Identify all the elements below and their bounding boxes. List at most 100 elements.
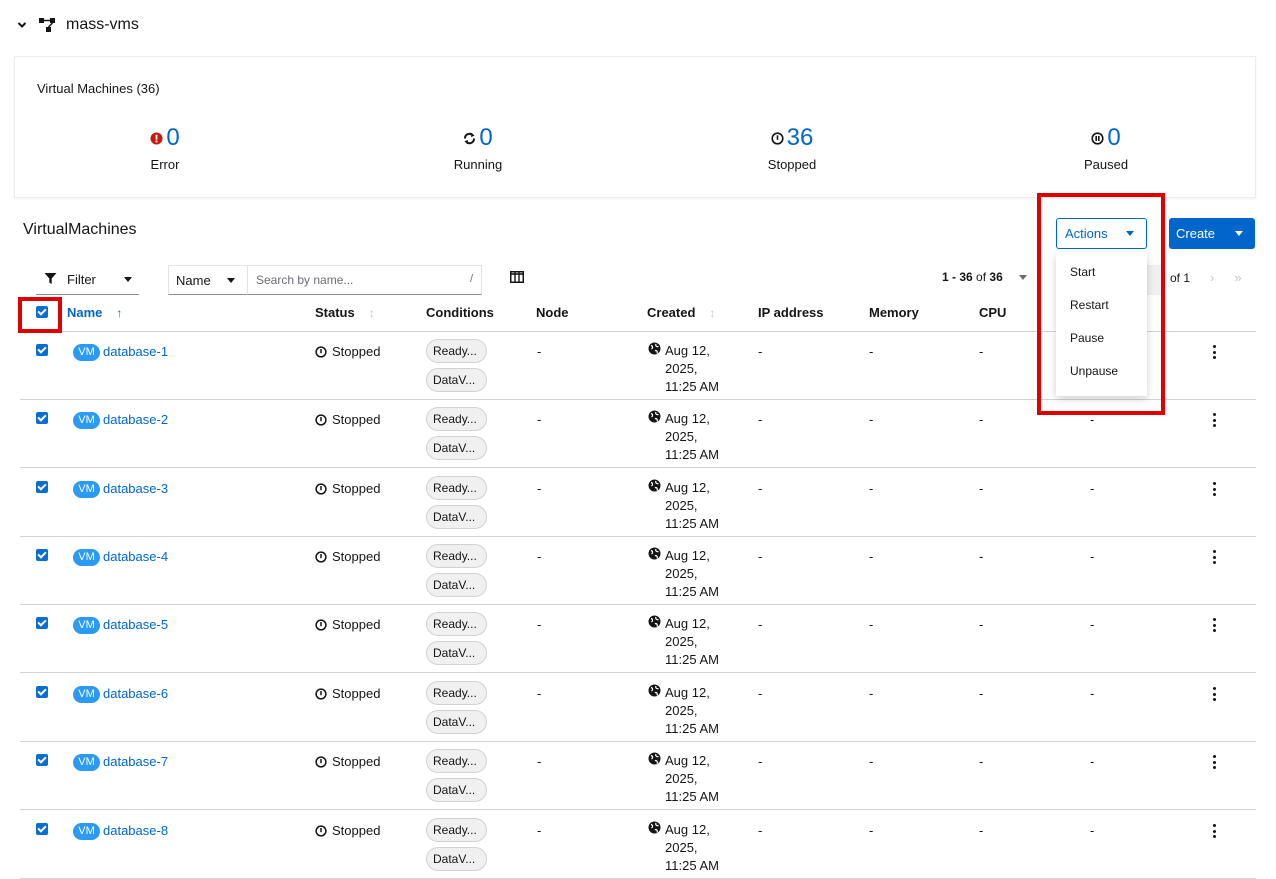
- off-icon: [315, 755, 327, 768]
- condition-chip[interactable]: Ready...: [426, 612, 487, 636]
- condition-chip[interactable]: Ready...: [426, 339, 487, 363]
- condition-chip[interactable]: Ready...: [426, 407, 487, 431]
- vm-name-link[interactable]: database-2: [103, 412, 168, 427]
- column-header-created[interactable]: Created ↕: [647, 305, 715, 320]
- row-checkbox[interactable]: [36, 617, 48, 629]
- vm-name-link[interactable]: database-8: [103, 823, 168, 838]
- condition-chip[interactable]: Ready...: [426, 681, 487, 705]
- kebab-menu-icon[interactable]: [1208, 823, 1220, 839]
- stat-error-value[interactable]: 0: [166, 124, 179, 152]
- next-page-icon[interactable]: ›: [1210, 270, 1214, 285]
- menu-item-restart[interactable]: Restart: [1056, 293, 1147, 326]
- search-input[interactable]: [256, 273, 456, 287]
- condition-chip[interactable]: DataV...: [426, 436, 487, 460]
- stat-paused-value[interactable]: 0: [1107, 124, 1120, 152]
- stat-stopped-value[interactable]: 36: [787, 124, 814, 152]
- condition-chip[interactable]: DataV...: [426, 368, 487, 392]
- sort-ascending-icon[interactable]: ↑: [116, 306, 122, 320]
- vm-status: Stopped: [315, 754, 380, 769]
- table-row: VM database-5 Stopped Ready... DataV... …: [20, 605, 1256, 673]
- stat-paused[interactable]: 0 Paused: [1006, 123, 1206, 172]
- kebab-menu-icon[interactable]: [1208, 686, 1220, 702]
- stat-paused-label: Paused: [1083, 157, 1129, 172]
- caret-down-icon: [1126, 231, 1134, 236]
- pagination-nav: of 1 › »: [1170, 270, 1242, 285]
- table-row: VM database-3 Stopped Ready... DataV... …: [20, 469, 1256, 537]
- node-value: -: [537, 686, 542, 701]
- column-header-name[interactable]: Name ↑: [67, 305, 122, 320]
- table-row: VM database-2 Stopped Ready... DataV... …: [20, 400, 1256, 468]
- stat-stopped[interactable]: 36 Stopped: [692, 123, 892, 172]
- select-all-checkbox[interactable]: [36, 306, 48, 318]
- created-value: Aug 12, 2025, 11:25 AM: [648, 342, 745, 396]
- condition-chip[interactable]: Ready...: [426, 749, 487, 773]
- row-checkbox[interactable]: [36, 481, 48, 493]
- kebab-menu-icon[interactable]: [1208, 344, 1220, 360]
- node-value: -: [537, 481, 542, 496]
- kebab-menu-icon[interactable]: [1208, 617, 1220, 633]
- page-number-input[interactable]: [1147, 265, 1165, 295]
- condition-chip[interactable]: DataV...: [426, 505, 487, 529]
- vm-badge: VM: [73, 686, 100, 703]
- manage-columns-icon[interactable]: [510, 271, 526, 285]
- cpu-value: -: [979, 481, 984, 496]
- extra-value: -: [1090, 549, 1095, 564]
- condition-chip[interactable]: DataV...: [426, 641, 487, 665]
- page-count: of 1: [1170, 270, 1191, 285]
- menu-item-start[interactable]: Start: [1056, 260, 1147, 293]
- condition-chip[interactable]: DataV...: [426, 573, 487, 597]
- kebab-menu-icon[interactable]: [1208, 549, 1220, 565]
- stat-running-value[interactable]: 0: [479, 124, 492, 152]
- namespace-header[interactable]: mass-vms: [16, 14, 139, 36]
- memory-value: -: [869, 344, 874, 359]
- row-checkbox[interactable]: [36, 823, 48, 835]
- off-icon: [315, 618, 327, 631]
- condition-chip[interactable]: Ready...: [426, 544, 487, 568]
- vm-name-link[interactable]: database-4: [103, 549, 168, 564]
- caret-down-icon: [1235, 231, 1243, 236]
- sync-icon: [463, 132, 476, 145]
- column-header-status[interactable]: Status ↕: [315, 305, 375, 320]
- kebab-menu-icon[interactable]: [1208, 412, 1220, 428]
- topology-icon: [38, 16, 56, 34]
- vm-name-link[interactable]: database-6: [103, 686, 168, 701]
- vm-summary-card: Virtual Machines (36) 0 Error 0 Running …: [14, 56, 1256, 198]
- condition-chip[interactable]: DataV...: [426, 847, 487, 871]
- vm-name-link[interactable]: database-7: [103, 754, 168, 769]
- condition-chip[interactable]: DataV...: [426, 778, 487, 802]
- sort-icon[interactable]: ↕: [369, 306, 375, 320]
- stat-error[interactable]: 0 Error: [65, 123, 265, 172]
- condition-chip[interactable]: Ready...: [426, 476, 487, 500]
- stat-running-label: Running: [453, 157, 503, 172]
- kebab-menu-icon[interactable]: [1208, 481, 1220, 497]
- vm-name-link[interactable]: database-1: [103, 344, 168, 359]
- vm-name-link[interactable]: database-5: [103, 617, 168, 632]
- memory-value: -: [869, 754, 874, 769]
- column-name-label: Name: [67, 305, 103, 320]
- sort-icon[interactable]: ↕: [709, 306, 715, 320]
- row-checkbox[interactable]: [36, 412, 48, 424]
- actions-dropdown-button[interactable]: Actions: [1056, 218, 1147, 249]
- filter-field-select[interactable]: Name: [168, 265, 248, 295]
- menu-item-unpause[interactable]: Unpause: [1056, 359, 1147, 392]
- created-value: Aug 12, 2025, 11:25 AM: [648, 410, 745, 464]
- table-row: VM database-6 Stopped Ready... DataV... …: [20, 674, 1256, 742]
- stat-running[interactable]: 0 Running: [378, 123, 578, 172]
- vm-badge: VM: [73, 549, 100, 566]
- cpu-value: -: [979, 686, 984, 701]
- row-checkbox[interactable]: [36, 549, 48, 561]
- row-checkbox[interactable]: [36, 754, 48, 766]
- menu-item-pause[interactable]: Pause: [1056, 326, 1147, 359]
- chevron-down-icon[interactable]: [16, 19, 28, 31]
- row-checkbox[interactable]: [36, 686, 48, 698]
- kebab-menu-icon[interactable]: [1208, 754, 1220, 770]
- condition-chip[interactable]: Ready...: [426, 818, 487, 842]
- pagination-toggle[interactable]: 1 - 36 of 36: [942, 270, 1027, 284]
- vm-name-link[interactable]: database-3: [103, 481, 168, 496]
- filter-dropdown[interactable]: Filter: [36, 265, 139, 295]
- ip-value: -: [758, 549, 763, 564]
- row-checkbox[interactable]: [36, 344, 48, 356]
- create-button[interactable]: Create: [1169, 218, 1255, 249]
- condition-chip[interactable]: DataV...: [426, 710, 487, 734]
- last-page-icon[interactable]: »: [1234, 270, 1241, 285]
